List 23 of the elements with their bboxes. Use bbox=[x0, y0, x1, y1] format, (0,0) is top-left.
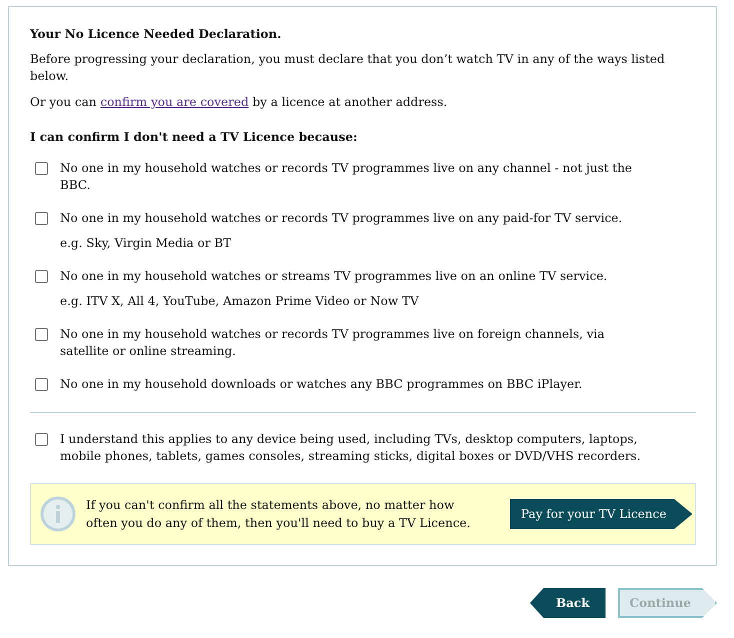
checkbox[interactable] bbox=[35, 162, 48, 175]
checkbox-label: No one in my household watches or records TV programmes live on foreign channels, via satellite or online streaming. bbox=[60, 326, 606, 360]
covered-link[interactable]: confirm you are covered bbox=[100, 95, 249, 109]
hint-text: e.g. Sky, Virgin Media or BT bbox=[60, 235, 232, 252]
covered-text: Or you can confirm you are covered by a licence at another address. bbox=[30, 94, 448, 111]
checkbox-label: No one in my household watches or streams TV programmes live on an online TV service. bbox=[60, 268, 608, 285]
pay-button[interactable]: Pay for your TV Licence bbox=[510, 499, 692, 529]
notice-text: If you can't confirm all the statements above, no matter how often you do any of them, then you'll need to buy a TV Licence. bbox=[86, 497, 472, 532]
checkbox-label: I understand this applies to any device being used, including TVs, desktop computers, laptops, mobile phones, tablets, games consoles, streaming sticks, digital boxes or DVD/VHS recorders. bbox=[60, 431, 642, 465]
back-button[interactable]: Back bbox=[530, 588, 606, 618]
form-heading: Your No Licence Needed Declaration. bbox=[30, 27, 282, 41]
checkbox[interactable] bbox=[35, 433, 48, 446]
checkbox-label: No one in my household watches or records TV programmes live on any paid-for TV service. bbox=[60, 210, 622, 227]
checkbox[interactable] bbox=[35, 328, 48, 341]
checkbox[interactable] bbox=[35, 378, 48, 391]
checkbox-label: No one in my household downloads or watches any BBC programmes on BBC iPlayer. bbox=[60, 376, 582, 393]
info-icon bbox=[40, 496, 76, 532]
hint-text: e.g. ITV X, All 4, YouTube, Amazon Prime Video or Now TV bbox=[60, 293, 420, 310]
checkbox[interactable] bbox=[35, 270, 48, 283]
question-text: I can confirm I don't need a TV Licence because: bbox=[30, 130, 358, 144]
intro-text: Before progressing your declaration, you must declare that you don’t watch TV in any of the ways listed below. bbox=[30, 51, 666, 85]
checkbox[interactable] bbox=[35, 212, 48, 225]
checkbox-label: No one in my household watches or records TV programmes live on any channel - not just the BBC. bbox=[60, 160, 634, 194]
